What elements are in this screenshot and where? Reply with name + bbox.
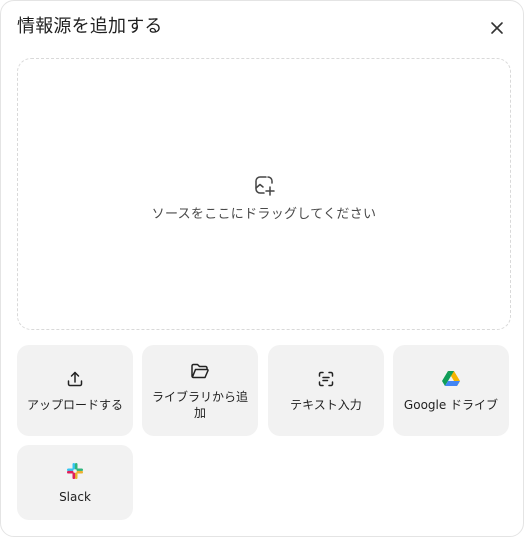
slack-label: Slack	[59, 489, 91, 504]
upload-label: アップロードする	[27, 397, 124, 412]
add-from-library-button[interactable]: ライブラリから追加	[142, 345, 258, 436]
upload-button[interactable]: アップロードする	[17, 345, 133, 436]
upload-icon	[65, 369, 85, 389]
text-scan-icon	[316, 369, 336, 389]
library-label: ライブラリから追加	[152, 389, 249, 420]
slack-icon	[65, 461, 85, 481]
folder-icon	[190, 361, 210, 381]
add-image-icon	[253, 174, 275, 196]
close-button[interactable]	[485, 17, 509, 41]
google-drive-icon	[441, 369, 461, 389]
add-source-dialog: 情報源を追加する ソースをここにドラッグしてください アップロードする ライブラ…	[0, 0, 524, 537]
close-icon[interactable]	[490, 20, 504, 39]
text-input-button[interactable]: テキスト入力	[268, 345, 384, 436]
slack-button[interactable]: Slack	[17, 445, 133, 520]
drop-zone-text: ソースをここにドラッグしてください	[151, 207, 377, 222]
text-input-label: テキスト入力	[290, 397, 362, 412]
google-drive-label: Google ドライブ	[403, 397, 499, 412]
drop-zone[interactable]: ソースをここにドラッグしてください	[17, 58, 511, 330]
dialog-title: 情報源を追加する	[17, 16, 163, 37]
google-drive-button[interactable]: Google ドライブ	[393, 345, 509, 436]
